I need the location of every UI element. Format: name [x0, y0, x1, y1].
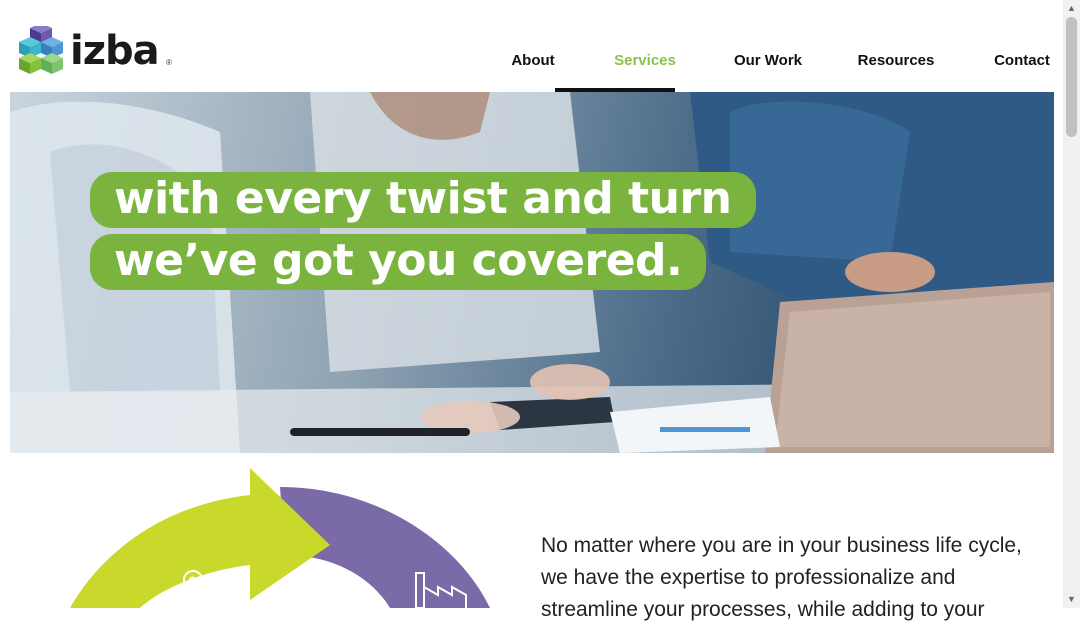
svg-text:$: $ — [188, 574, 196, 588]
site-header: izba ® About Services Our Work Resources… — [0, 0, 1063, 92]
business-cycle-graphic: $ — [70, 468, 490, 608]
brand-wordmark: izba — [70, 28, 160, 74]
nav-contact[interactable]: Contact — [961, 0, 1080, 92]
dollar-growth-icon: $ — [183, 570, 229, 608]
scroll-down-icon[interactable]: ▼ — [1063, 591, 1080, 608]
izba-logo[interactable]: izba ® — [16, 23, 176, 76]
nav-active-indicator — [555, 88, 675, 92]
nav-resources[interactable]: Resources — [831, 0, 961, 92]
nav-about[interactable]: About — [483, 0, 583, 92]
hero-banner: with every twist and turn we’ve got you … — [10, 92, 1054, 453]
cube-logo-icon — [19, 23, 63, 74]
hero-headline-line2: we’ve got you covered. — [90, 234, 707, 290]
nav-our-work[interactable]: Our Work — [705, 0, 831, 92]
nav-services[interactable]: Services — [585, 0, 705, 92]
registered-mark: ® — [166, 58, 172, 67]
intro-paragraph: No matter where you are in your business… — [541, 534, 1022, 621]
hero-headline-line1: with every twist and turn — [90, 172, 756, 228]
